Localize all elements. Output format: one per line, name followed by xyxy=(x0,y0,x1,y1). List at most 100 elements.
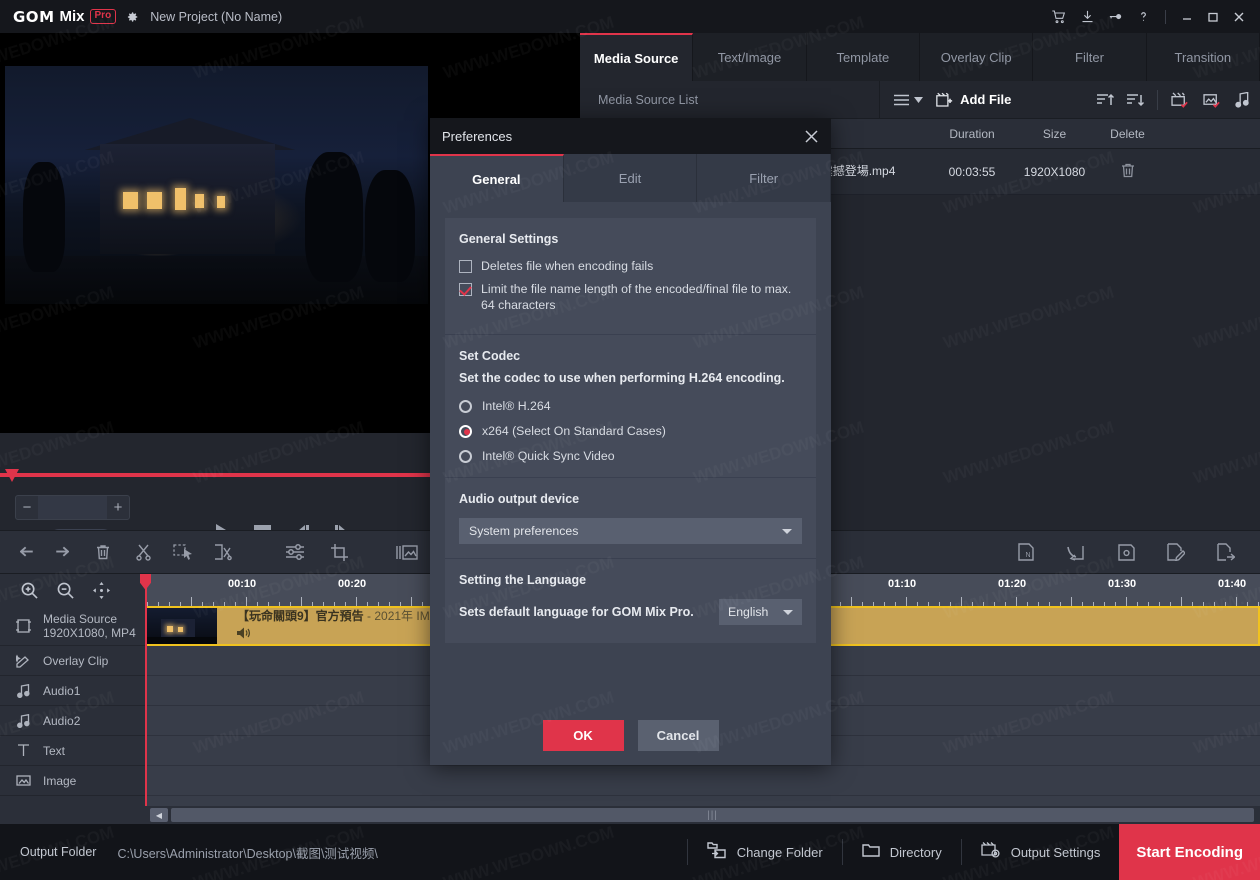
dialog-tab-filter[interactable]: Filter xyxy=(697,154,831,202)
export-icon[interactable] xyxy=(1210,530,1242,574)
revert-icon[interactable] xyxy=(1060,530,1092,574)
radio-label: Intel® H.264 xyxy=(482,399,551,413)
audio-icon xyxy=(14,714,32,728)
zoom-stepper[interactable]: − + xyxy=(15,495,130,520)
ok-button[interactable]: OK xyxy=(543,720,624,751)
split-cut-icon[interactable] xyxy=(207,530,239,574)
timeline-scrollbar[interactable]: ◀ ||| xyxy=(145,806,1260,824)
track-header-media-source[interactable]: Media Source 1920X1080, MP4 xyxy=(0,606,145,646)
tab-overlay-clip[interactable]: Overlay Clip xyxy=(920,33,1033,81)
directory-button[interactable]: Directory xyxy=(843,843,961,861)
playhead-line[interactable] xyxy=(145,574,147,806)
output-settings-icon xyxy=(981,842,1001,862)
redo-icon[interactable] xyxy=(44,530,76,574)
tab-template[interactable]: Template xyxy=(807,33,920,81)
preview-video-frame xyxy=(5,66,428,304)
tab-label: Template xyxy=(836,50,889,65)
add-video-icon[interactable] xyxy=(1171,92,1190,108)
start-encoding-button[interactable]: Start Encoding xyxy=(1119,824,1260,880)
zoom-minus-button[interactable]: − xyxy=(16,496,38,519)
tab-text-image[interactable]: Text/Image xyxy=(693,33,806,81)
pan-icon[interactable] xyxy=(84,575,118,605)
column-duration[interactable]: Duration xyxy=(930,127,1014,141)
chevron-down-icon[interactable] xyxy=(914,97,923,103)
save-icon[interactable] xyxy=(1110,530,1142,574)
scrollbar-thumb[interactable]: ||| xyxy=(171,808,1254,822)
set-codec-description: Set the codec to use when performing H.2… xyxy=(459,371,802,385)
cancel-button[interactable]: Cancel xyxy=(638,720,719,751)
set-codec-title: Set Codec xyxy=(459,349,802,363)
radio-quick-sync[interactable]: Intel® Quick Sync Video xyxy=(459,449,802,463)
cart-icon[interactable] xyxy=(1045,0,1073,33)
fade-in-icon[interactable] xyxy=(391,530,423,574)
add-file-icon[interactable] xyxy=(936,92,953,108)
output-settings-button[interactable]: Output Settings xyxy=(962,842,1120,862)
add-audio-icon[interactable] xyxy=(1235,92,1250,108)
zoom-plus-button[interactable]: + xyxy=(107,496,129,519)
undo-icon[interactable] xyxy=(12,530,44,574)
checkbox-delete-on-fail[interactable]: Deletes file when encoding fails xyxy=(459,258,802,274)
track-header-text[interactable]: Text xyxy=(0,736,145,766)
save-as-icon[interactable] xyxy=(1160,530,1192,574)
maximize-button[interactable] xyxy=(1200,0,1226,33)
track-name: Audio1 xyxy=(43,684,80,698)
sort-ascending-icon[interactable] xyxy=(1097,93,1114,107)
tab-media-source[interactable]: Media Source xyxy=(580,33,693,81)
key-icon[interactable] xyxy=(1101,0,1129,33)
column-size[interactable]: Size xyxy=(1014,127,1095,141)
track-lane-image[interactable] xyxy=(145,766,1260,796)
radio-button[interactable] xyxy=(459,425,472,438)
track-header-image[interactable]: Image xyxy=(0,766,145,796)
delete-icon[interactable] xyxy=(87,530,119,574)
dialog-tab-label: Edit xyxy=(619,171,641,186)
audio-output-section: Audio output device System preferences xyxy=(445,478,816,559)
radio-x264[interactable]: x264 (Select On Standard Cases) xyxy=(459,424,802,438)
add-image-icon[interactable] xyxy=(1203,92,1222,108)
cut-icon[interactable] xyxy=(127,530,159,574)
checkbox-box[interactable] xyxy=(459,283,472,296)
radio-intel-h264[interactable]: Intel® H.264 xyxy=(459,399,802,413)
zoom-out-icon[interactable] xyxy=(48,575,82,605)
dialog-buttons: OK Cancel xyxy=(430,720,831,751)
change-folder-button[interactable]: Change Folder xyxy=(688,842,842,862)
track-header-audio1[interactable]: Audio1 xyxy=(0,676,145,706)
close-button[interactable] xyxy=(1226,0,1252,33)
select-area-icon[interactable] xyxy=(167,530,199,574)
dialog-tab-edit[interactable]: Edit xyxy=(564,154,698,202)
zoom-in-icon[interactable] xyxy=(12,575,46,605)
audio-output-select[interactable]: System preferences xyxy=(459,518,802,544)
dialog-tab-label: General xyxy=(472,172,520,187)
tab-filter[interactable]: Filter xyxy=(1033,33,1146,81)
add-file-label[interactable]: Add File xyxy=(960,92,1011,107)
tab-label: Filter xyxy=(1075,50,1104,65)
zoom-value-field[interactable] xyxy=(38,496,107,519)
trash-icon[interactable] xyxy=(1095,163,1160,181)
adjust-icon[interactable] xyxy=(279,530,311,574)
dialog-tab-label: Filter xyxy=(749,171,778,186)
track-header-overlay-clip[interactable]: Overlay Clip xyxy=(0,646,145,676)
tab-transition[interactable]: Transition xyxy=(1147,33,1260,81)
download-icon[interactable] xyxy=(1073,0,1101,33)
media-source-list-label: Media Source List xyxy=(598,93,698,107)
scroll-left-button[interactable]: ◀ xyxy=(150,808,168,822)
checkbox-limit-filename[interactable]: Limit the file name length of the encode… xyxy=(459,281,802,313)
ruler-tick xyxy=(411,597,412,606)
dialog-tab-general[interactable]: General xyxy=(430,154,564,202)
general-settings-title: General Settings xyxy=(459,232,802,246)
minimize-button[interactable] xyxy=(1174,0,1200,33)
radio-button[interactable] xyxy=(459,450,472,463)
radio-button[interactable] xyxy=(459,400,472,413)
new-project-icon[interactable]: N xyxy=(1010,530,1042,574)
ruler-tick xyxy=(1126,597,1127,606)
track-header-label: Media Source 1920X1080, MP4 xyxy=(43,612,136,640)
crop-icon[interactable] xyxy=(323,530,355,574)
hamburger-menu-icon[interactable] xyxy=(894,94,909,106)
checkbox-box[interactable] xyxy=(459,260,472,273)
language-select[interactable]: English xyxy=(719,599,802,625)
help-icon[interactable] xyxy=(1129,0,1157,33)
toolbar-divider xyxy=(879,81,880,119)
track-header-audio2[interactable]: Audio2 xyxy=(0,706,145,736)
sort-descending-icon[interactable] xyxy=(1127,93,1144,107)
gear-icon[interactable] xyxy=(125,10,139,24)
close-icon[interactable] xyxy=(804,129,819,144)
